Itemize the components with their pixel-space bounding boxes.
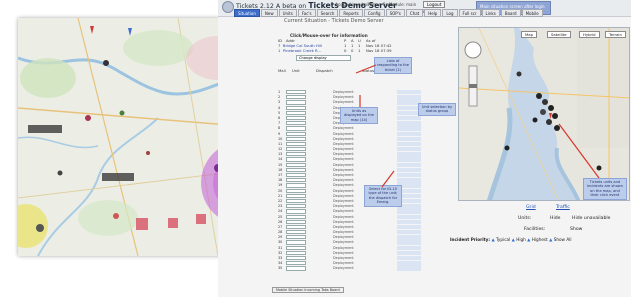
map-canvas [459,28,629,200]
priority-icon: ▲ [491,237,495,242]
facilities-label: Facilities: [524,227,546,232]
menu-situation[interactable]: Situation [234,9,260,17]
menu-config[interactable]: Config [363,9,385,17]
arrow-3 [381,170,395,188]
priority-highest[interactable]: Highest [532,237,548,242]
priority-icon: ▲ [549,237,553,242]
map-annotation: Tickets units and incidents are shown on… [583,178,627,200]
menu-help[interactable]: Help [424,9,442,17]
module-text: Module: main [389,2,417,7]
logged-in-text: Logged in: admin [336,2,371,7]
map-type-hybrid-button[interactable]: Hybrid [579,31,600,38]
units-hide-unavailable-toggle[interactable]: Hide unavailable [572,216,611,221]
units-hide-toggle[interactable]: Hide [550,216,560,221]
priority-high[interactable]: High [516,237,526,242]
logout-button[interactable]: Logout [423,1,446,8]
app-logo-icon [222,1,234,13]
unit-select[interactable] [286,266,306,271]
map-type-satellite-button[interactable]: Satellite [547,31,571,38]
menu-full-screen[interactable]: Full scr [458,9,481,17]
incident-priority-legend: Incident Priority: ▲ Typical ▲ High ▲ Hi… [450,237,572,242]
menu-board[interactable]: Board [500,9,521,17]
menu-log[interactable]: Log [442,9,458,17]
menu-sops[interactable]: SOP's [385,9,405,17]
menu-reports[interactable]: Reports [339,9,363,17]
bottom-toolbar[interactable]: Mobile Situation Incoming Tabs Board [272,287,344,293]
menu-units[interactable]: Units [278,9,297,17]
traffic-link[interactable]: Traffic [556,205,570,210]
menu-facs[interactable]: Fac's [297,9,316,17]
priority-show-all[interactable]: Show All [554,237,572,242]
priority-icon: ▲ [527,237,531,242]
priority-typical[interactable]: Typical [496,237,510,242]
facilities-show-toggle[interactable]: Show [570,227,582,232]
menu-mobile[interactable]: Mobile [521,9,543,17]
menu-chat[interactable]: Chat [405,9,424,17]
menu-new[interactable]: New [260,9,278,17]
grid-link[interactable]: Grid [526,205,536,210]
menu-search[interactable]: Search [316,9,339,17]
main-menu: Situation New Units Fac's Search Reports… [234,9,543,17]
priority-label: Incident Priority: [450,237,491,242]
map-type-map-button[interactable]: Map [521,31,538,38]
table-row[interactable]: 35 Deployment [276,266,456,271]
google-map[interactable]: Map Satellite Hybrid Terrain Tickets uni… [458,27,630,201]
situation-list: Click/Mouse-over for information ID Addr… [276,25,456,271]
map-type-terrain-button[interactable]: Terrain [605,31,626,38]
menu-links[interactable]: Links [481,9,500,17]
callout-arrows [355,64,395,188]
units-label: Units: [518,216,532,221]
app-window: Tickets 2.12 A beta on Tickets Demo Serv… [218,0,631,297]
arrow-1 [355,64,377,74]
row-status-cell [397,266,421,271]
priority-icon: ▲ [511,237,515,242]
situation-subtitle: Current Situation - Tickets Demo Server [284,18,384,24]
